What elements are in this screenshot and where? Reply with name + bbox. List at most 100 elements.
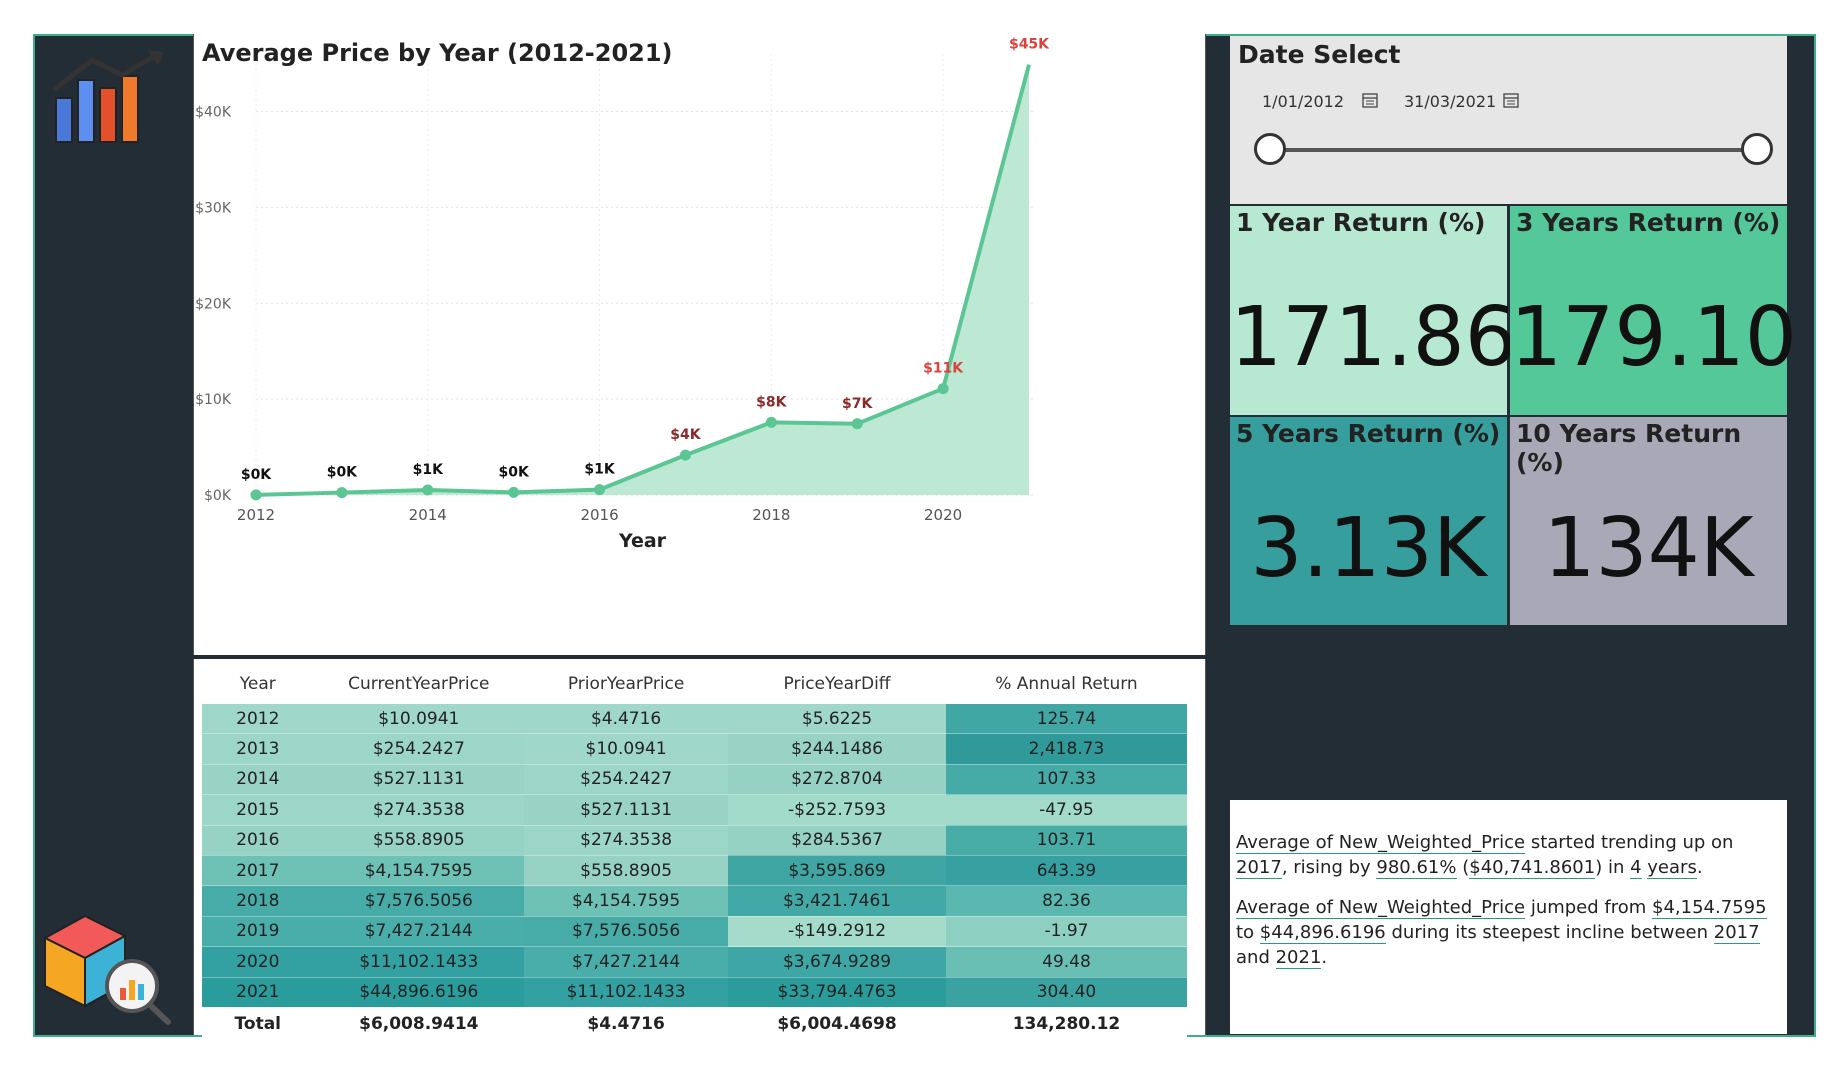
cell-annual-return: 125.74 [945, 704, 1187, 734]
cell-current-year-price: $7,576.5056 [313, 885, 525, 917]
data-cube-magnifier-icon [42, 914, 171, 1025]
col-header-annual-return[interactable]: % Annual Return [946, 664, 1187, 704]
year-link[interactable]: 2017 [1236, 857, 1282, 879]
calendar-icon[interactable] [1503, 92, 1519, 108]
card-title: 10 Years Return (%) [1516, 419, 1742, 477]
col-header-current-year-price[interactable]: CurrentYearPrice [314, 664, 525, 704]
cell-year: 2018 [202, 885, 314, 917]
average-price-area-chart[interactable]: $0K $10K $20K $30K $40K 2012 2014 2016 2018 2020… [194, 34, 1205, 655]
cell-price-year-diff: $5.6225 [728, 704, 946, 734]
cell-current-year-price: $10.0941 [313, 704, 525, 734]
measure-link[interactable]: Average of New_Weighted_Price [1236, 832, 1526, 854]
price-table-panel: Year CurrentYearPrice PriorYearPrice Pri… [193, 659, 1206, 1040]
data-label: $45K [1009, 37, 1050, 53]
cell-year: 2014 [202, 764, 314, 795]
col-header-prior-year-price[interactable]: PriorYearPrice [524, 664, 728, 704]
cell-prior-year-price: $11,102.1433 [524, 977, 729, 1008]
cell-current-year-price: $7,427.2144 [313, 916, 525, 947]
y-tick-label: $20K [195, 296, 232, 312]
table-total-row: Total $6,008.9414 $4.4716 $6,004.4698 13… [202, 1007, 1187, 1040]
data-point[interactable] [937, 383, 949, 395]
years-unit-link[interactable]: years [1647, 857, 1697, 879]
table-row[interactable]: 2012 $10.0941 $4.4716 $5.6225 125.74 [202, 704, 1187, 734]
data-label: $0K [498, 464, 529, 480]
cell-prior-year-price: $558.8905 [524, 855, 729, 886]
percent-link[interactable]: 980.61% [1376, 857, 1457, 879]
x-tick-label: 2018 [752, 506, 790, 524]
col-header-price-year-diff[interactable]: PriceYearDiff [728, 664, 946, 704]
average-price-chart-panel: $0K $10K $20K $30K $40K 2012 2014 2016 2018 2020… [193, 34, 1206, 655]
cell-annual-return: 107.33 [945, 764, 1187, 795]
total-current-year-price: $6,008.9414 [313, 1007, 525, 1040]
calendar-icon[interactable] [1362, 92, 1378, 108]
cell-prior-year-price: $10.0941 [524, 733, 729, 765]
table-row[interactable]: 2020 $11,102.1433 $7,427.2144 $3,674.9289 49… [202, 946, 1187, 978]
cell-annual-return: 49.48 [945, 946, 1187, 978]
cell-year: 2017 [202, 855, 314, 886]
price-table: Year CurrentYearPrice PriorYearPrice Pri… [202, 664, 1187, 1040]
x-tick-label: 2012 [237, 506, 275, 524]
cell-current-year-price: $254.2427 [313, 733, 525, 765]
end-date-handle[interactable] [1741, 133, 1773, 165]
cell-annual-return: -1.97 [945, 916, 1187, 947]
total-label: Total [202, 1007, 314, 1040]
cell-current-year-price: $4,154.7595 [313, 855, 525, 886]
card-title: 5 Years Return (%) [1236, 419, 1501, 448]
x-axis-label: Year [618, 530, 667, 552]
cell-current-year-price: $527.1131 [313, 764, 525, 795]
table-row[interactable]: 2016 $558.8905 $274.3538 $284.5367 103.71 [202, 825, 1187, 856]
start-date-input[interactable]: 1/01/2012 [1262, 92, 1344, 111]
cell-prior-year-price: $4.4716 [524, 704, 729, 734]
card-title: 1 Year Return (%) [1236, 208, 1486, 237]
data-point[interactable] [422, 484, 434, 496]
cell-price-year-diff: $3,421.7461 [728, 885, 946, 917]
start-year-link[interactable]: 2017 [1713, 922, 1760, 944]
total-prior-year-price: $4.4716 [524, 1007, 729, 1040]
table-row[interactable]: 2014 $527.1131 $254.2427 $272.8704 107.33 [202, 764, 1187, 795]
table-row[interactable]: 2021 $44,896.6196 $11,102.1433 $33,794.4763… [202, 977, 1187, 1008]
from-value-link[interactable]: $4,154.7595 [1652, 897, 1767, 919]
table-row[interactable]: 2013 $254.2427 $10.0941 $244.1486 2,418.73 [202, 733, 1187, 765]
table-row[interactable]: 2017 $4,154.7595 $558.8905 $3,595.869 643.39 [202, 855, 1187, 886]
data-point[interactable] [594, 484, 606, 496]
cell-prior-year-price: $7,427.2144 [524, 946, 729, 978]
cell-price-year-diff: $3,595.869 [728, 855, 946, 886]
cell-year: 2019 [202, 916, 314, 947]
data-point[interactable] [508, 486, 520, 498]
end-year-link[interactable]: 2021 [1275, 947, 1322, 969]
card-title: 3 Years Return (%) [1516, 208, 1781, 237]
bar-chart-logo-icon [52, 50, 164, 143]
cell-annual-return: 304.40 [945, 977, 1187, 1008]
start-date-handle[interactable] [1254, 133, 1286, 165]
card-value: 179.10 [1510, 290, 1797, 385]
total-annual-return: 134,280.12 [945, 1007, 1187, 1040]
years-count-link[interactable]: 4 [1630, 857, 1642, 879]
to-value-link[interactable]: $44,896.6196 [1259, 922, 1386, 944]
area-fill [256, 64, 1029, 495]
cell-price-year-diff: $33,794.4763 [728, 977, 946, 1008]
end-date-input[interactable]: 31/03/2021 [1404, 92, 1496, 111]
table-row[interactable]: 2018 $7,576.5056 $4,154.7595 $3,421.7461 82.… [202, 885, 1187, 917]
cell-prior-year-price: $4,154.7595 [524, 885, 729, 917]
table-row[interactable]: 2019 $7,427.2144 $7,576.5056 -$149.2912 -1.9… [202, 916, 1187, 947]
col-header-year[interactable]: Year [202, 664, 314, 704]
cell-prior-year-price: $527.1131 [524, 794, 729, 826]
cell-price-year-diff: $3,674.9289 [728, 946, 946, 978]
data-label: $4K [670, 427, 701, 443]
date-range-track[interactable] [1270, 148, 1757, 152]
cell-year: 2013 [202, 733, 314, 765]
data-point[interactable] [250, 489, 262, 501]
cell-price-year-diff: -$149.2912 [728, 916, 946, 947]
chart-title: Average Price by Year (2012-2021) [202, 39, 673, 67]
date-select-title: Date Select [1238, 40, 1401, 69]
table-row[interactable]: 2015 $274.3538 $527.1131 -$252.7593 -47.95 [202, 794, 1187, 826]
card-10-years-return: 10 Years Return (%) 134K [1510, 417, 1787, 625]
card-1-year-return: 1 Year Return (%) 171.86 [1230, 206, 1517, 415]
measure-link[interactable]: Average of New_Weighted_Price [1236, 897, 1526, 919]
amount-link[interactable]: $40,741.8601 [1469, 857, 1596, 879]
data-point[interactable] [679, 449, 691, 461]
data-point[interactable] [851, 418, 863, 430]
data-point[interactable] [336, 487, 348, 499]
x-tick-label: 2020 [924, 506, 962, 524]
data-point[interactable] [765, 416, 777, 428]
